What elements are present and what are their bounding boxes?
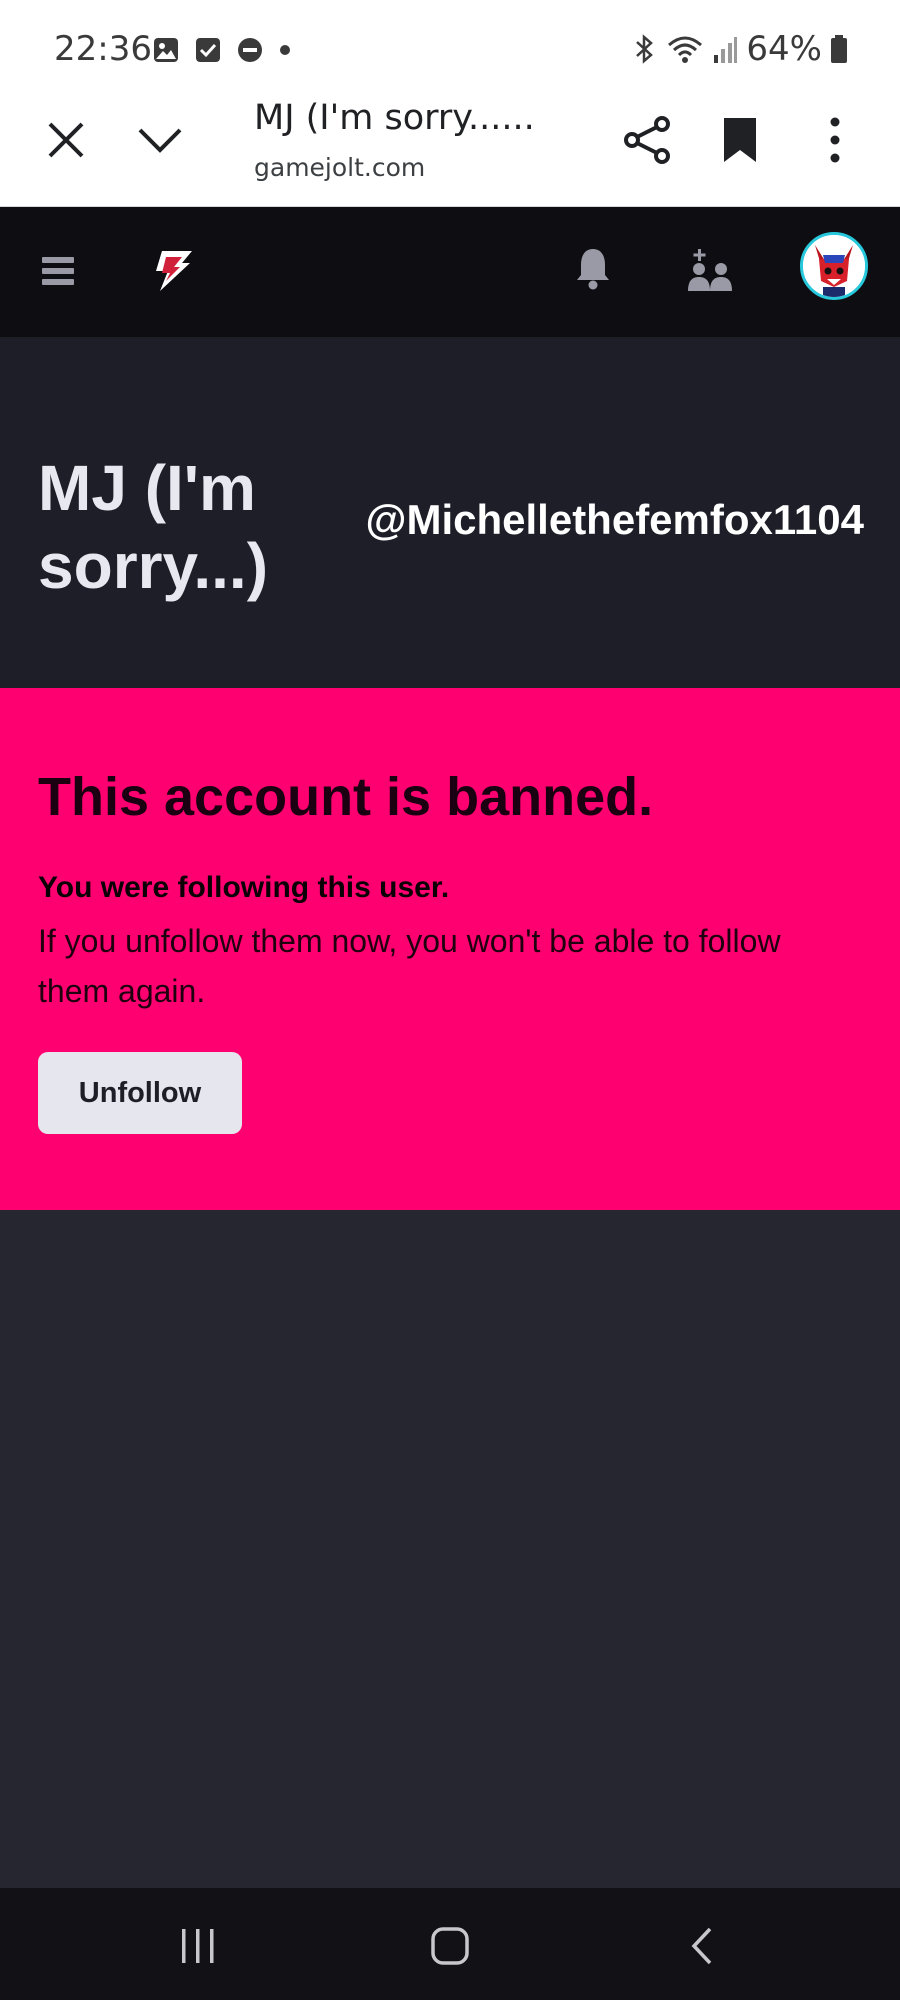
friends-icon[interactable] <box>686 247 734 293</box>
status-time: 22:36 <box>54 29 152 69</box>
android-nav-bar <box>0 1888 900 2000</box>
profile-display-name: MJ (I'm sorry...) <box>38 452 268 602</box>
more-vertical-icon[interactable] <box>820 116 850 164</box>
bookmark-icon[interactable] <box>722 116 758 164</box>
do-not-disturb-icon <box>238 38 262 62</box>
tab-page-title: MJ (I'm sorry...... <box>254 98 535 138</box>
close-icon[interactable] <box>44 118 88 162</box>
bell-icon[interactable] <box>574 245 612 291</box>
status-bar: 22:36 64% <box>0 0 900 96</box>
site-navbar <box>0 207 900 337</box>
tab-page-url: gamejolt.com <box>254 153 426 182</box>
status-system-icons: 64% <box>632 29 848 69</box>
profile-header: MJ (I'm sorry...) @Michellethefemfox1104 <box>0 337 900 688</box>
battery-percent: 64% <box>746 29 822 69</box>
recents-icon[interactable] <box>178 1926 218 1966</box>
unfollow-button[interactable]: Unfollow <box>38 1052 242 1134</box>
checkbox-icon <box>196 38 220 62</box>
following-notice: You were following this user. <box>38 871 450 904</box>
battery-icon <box>831 35 847 63</box>
banned-notice: This account is banned. You were followi… <box>0 688 900 1210</box>
banned-title: This account is banned. <box>38 767 654 827</box>
bluetooth-icon <box>636 34 654 64</box>
dot-icon <box>280 45 290 55</box>
wifi-icon <box>668 36 703 63</box>
gamejolt-logo-icon[interactable] <box>148 245 194 295</box>
fox-avatar-icon <box>803 235 865 297</box>
chevron-down-icon[interactable] <box>136 118 184 162</box>
profile-username: @Michellethefemfox1104 <box>365 496 864 543</box>
avatar[interactable] <box>800 232 868 300</box>
unfollow-warning: If you unfollow them now, you won't be a… <box>38 923 781 1009</box>
gallery-icon <box>154 38 178 62</box>
share-icon[interactable] <box>622 114 672 166</box>
status-notification-icons <box>152 36 292 64</box>
home-icon[interactable] <box>430 1926 470 1966</box>
signal-icon <box>714 37 738 63</box>
back-icon[interactable] <box>690 1926 714 1966</box>
browser-toolbar: MJ (I'm sorry...... gamejolt.com <box>0 96 900 207</box>
menu-icon[interactable] <box>40 249 76 293</box>
